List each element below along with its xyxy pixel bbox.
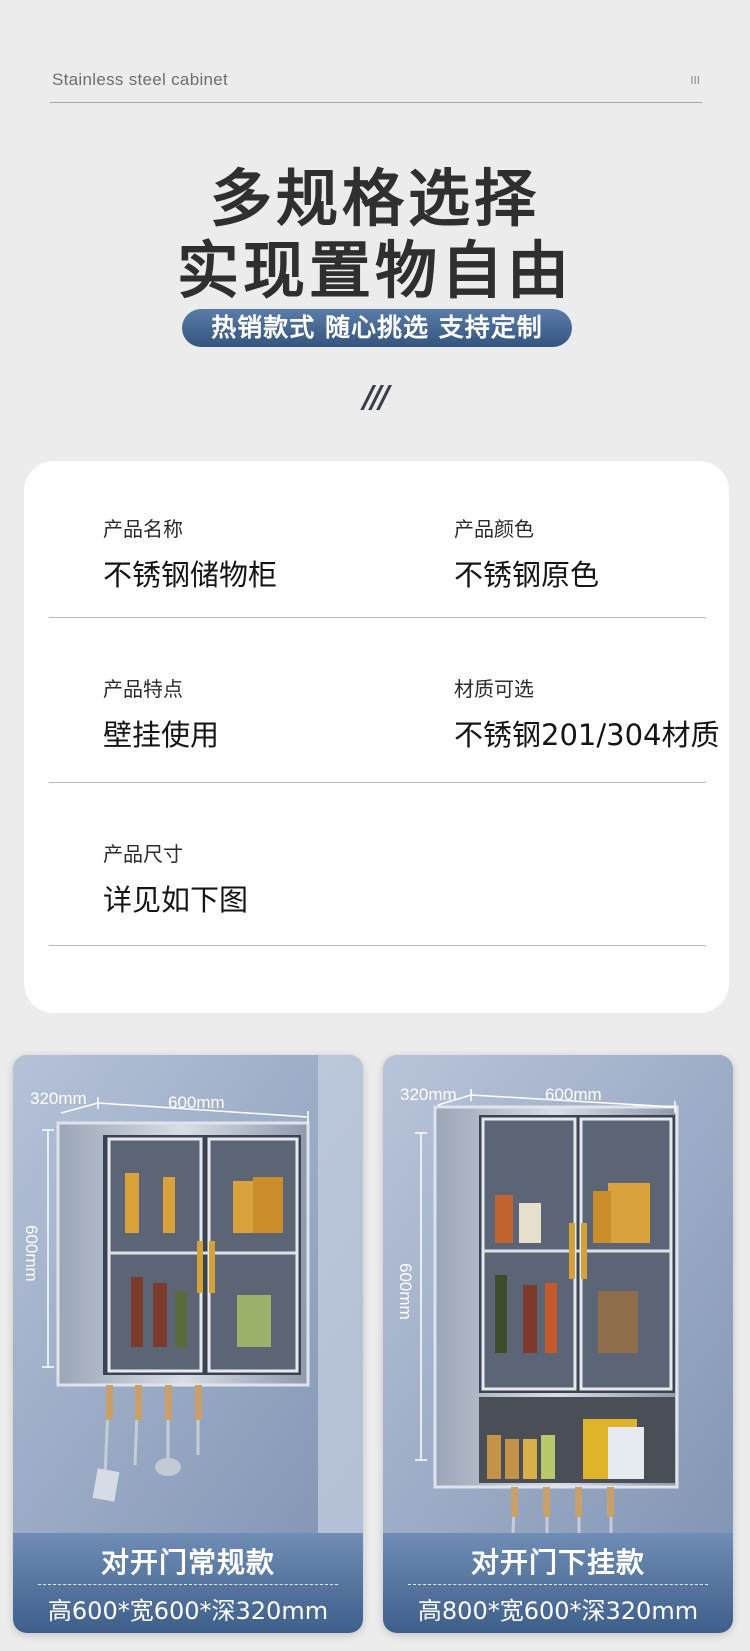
slash-decoration: /// (363, 380, 390, 415)
spec-item-material: 材质可选 不锈钢201/304材质 (454, 673, 719, 754)
product-card-hanging[interactable]: 320mm 600mm 600mm 对开门下挂款 高800*宽600*深320m… (383, 1055, 733, 1633)
product-size: 高800*宽600*深320mm (417, 1597, 699, 1625)
product-card-standard[interactable]: 320mm 600mm 600mm 对开门常规款 高600*宽600*深320m… (13, 1055, 363, 1633)
spec-value: 详见如下图 (103, 883, 249, 917)
spec-item-feature: 产品特点 壁挂使用 (103, 673, 219, 754)
height-dimension-label: 600mm (396, 1263, 415, 1320)
spec-label: 产品特点 (103, 677, 183, 701)
cabinet-illustration: 320mm 600mm 600mm (383, 1055, 733, 1533)
spec-value: 不锈钢201/304材质 (454, 718, 720, 752)
product-caption: 对开门下挂款 高800*宽600*深320mm (383, 1533, 733, 1633)
width-dimension-label: 600mm (545, 1085, 602, 1104)
cabinet-illustration: 320mm 600mm 600mm (13, 1055, 363, 1533)
depth-dimension-label: 320mm (30, 1089, 87, 1108)
spec-row: 产品名称 不锈钢储物柜 产品颜色 不锈钢原色 (49, 461, 706, 618)
spec-value: 壁挂使用 (103, 718, 220, 752)
spec-item-color: 产品颜色 不锈钢原色 (454, 513, 599, 594)
product-title: 对开门下挂款 (470, 1546, 645, 1579)
brand-text: Stainless steel cabinet (52, 70, 229, 89)
spec-card: 产品名称 不锈钢储物柜 产品颜色 不锈钢原色 产品特点 壁挂使用 材质可选 不锈… (24, 461, 729, 1013)
spec-row: 产品尺寸 详见如下图 (49, 782, 706, 946)
spec-label: 产品尺寸 (103, 842, 183, 866)
caption-divider (408, 1584, 708, 1585)
product-title: 对开门常规款 (100, 1546, 275, 1579)
product-caption: 对开门常规款 高600*宽600*深320mm (13, 1533, 363, 1633)
product-size: 高600*宽600*深320mm (47, 1597, 329, 1625)
spec-label: 产品名称 (103, 517, 183, 541)
spec-item-size: 产品尺寸 详见如下图 (103, 838, 248, 919)
spec-label: 材质可选 (454, 677, 534, 701)
caption-divider (38, 1584, 338, 1585)
spec-label: 产品颜色 (454, 517, 534, 541)
spec-value: 不锈钢储物柜 (103, 558, 278, 592)
width-dimension-label: 600mm (168, 1093, 225, 1112)
height-dimension-label: 600mm (22, 1225, 41, 1282)
tagline-badge: 热销款式 随心挑选 支持定制 (182, 309, 572, 347)
bars-icon: III (690, 74, 700, 87)
spec-value: 不锈钢原色 (454, 558, 600, 592)
headline-line-2: 实现置物自由 (176, 234, 573, 307)
top-bar: Stainless steel cabinet III (50, 70, 702, 103)
spec-row: 产品特点 壁挂使用 材质可选 不锈钢201/304材质 (49, 617, 719, 783)
depth-dimension-label: 320mm (400, 1085, 457, 1104)
spec-item-name: 产品名称 不锈钢储物柜 (103, 513, 277, 594)
